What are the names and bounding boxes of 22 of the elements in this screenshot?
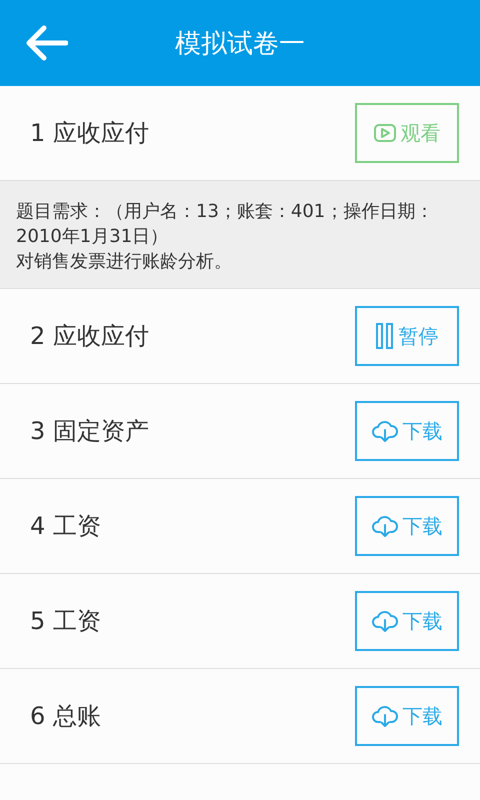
- watch-button[interactable]: 观看: [355, 103, 459, 163]
- cloud-download-icon: [372, 704, 398, 728]
- download-button[interactable]: 下载: [355, 686, 459, 746]
- pause-button[interactable]: 暂停: [355, 306, 459, 366]
- exercise-title: 1 应收应付: [30, 118, 149, 149]
- pause-icon: [376, 323, 394, 349]
- exercise-title: 4 工资: [30, 511, 101, 542]
- page-title: 模拟试卷一: [175, 28, 305, 60]
- cloud-download-icon: [372, 419, 398, 443]
- download-button[interactable]: 下载: [355, 496, 459, 556]
- play-icon: [374, 124, 396, 142]
- exercise-title: 5 工资: [30, 606, 101, 637]
- cloud-download-icon: [372, 609, 398, 633]
- back-arrow-icon: [26, 25, 68, 61]
- cloud-download-icon: [372, 514, 398, 538]
- requirement-text: 对销售发票进行账龄分析。: [16, 250, 233, 274]
- exercise-title: 3 固定资产: [30, 416, 149, 447]
- download-button[interactable]: 下载: [355, 401, 459, 461]
- exercise-title: 6 总账: [30, 701, 101, 732]
- exercise-title: 2 应收应付: [30, 321, 149, 352]
- requirement-text: 题目需求：（用户名：13；账套：401；操作日期：2010年1月31日）: [16, 200, 434, 249]
- download-button[interactable]: 下载: [355, 591, 459, 651]
